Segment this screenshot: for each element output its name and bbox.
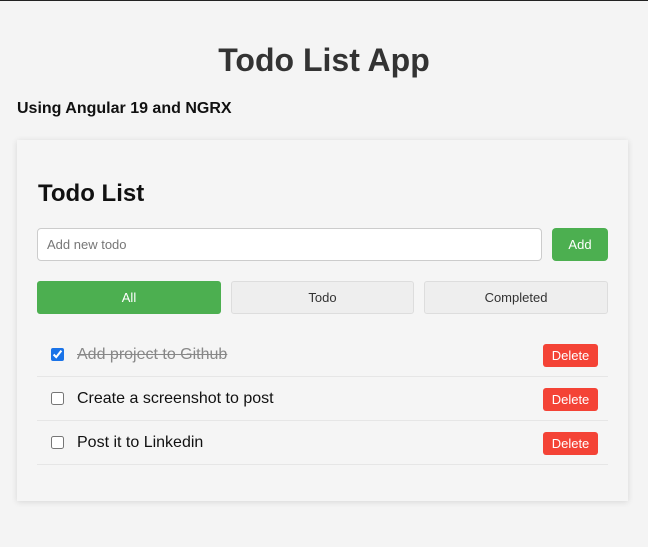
todo-text: Post it to Linkedin [77, 434, 204, 451]
filter-all-button[interactable]: All [37, 281, 221, 314]
top-border [0, 0, 648, 1]
add-button[interactable]: Add [552, 228, 608, 261]
delete-button[interactable]: Delete [543, 388, 598, 411]
filter-todo-button[interactable]: Todo [231, 281, 414, 314]
todo-checkbox[interactable] [51, 392, 64, 405]
todo-item: Create a screenshot to post Delete [37, 377, 608, 421]
app-subtitle: Using Angular 19 and NGRX [17, 100, 232, 117]
todo-item: Post it to Linkedin Delete [37, 421, 608, 465]
filter-completed-button[interactable]: Completed [424, 281, 608, 314]
delete-button[interactable]: Delete [543, 344, 598, 367]
app-title: Todo List App [218, 42, 430, 78]
todo-checkbox[interactable] [51, 436, 64, 449]
delete-button[interactable]: Delete [543, 432, 598, 455]
new-todo-input[interactable] [37, 228, 542, 261]
todo-item: Add project to Github Delete [37, 333, 608, 377]
todo-text: Add project to Github [77, 346, 228, 363]
card-title: Todo List [38, 180, 145, 207]
todo-text: Create a screenshot to post [77, 390, 274, 407]
todo-checkbox[interactable] [51, 348, 64, 361]
todo-card: Todo List Add All Todo Completed Add pro… [17, 140, 628, 501]
todo-list: Add project to Github Delete Create a sc… [37, 333, 608, 465]
